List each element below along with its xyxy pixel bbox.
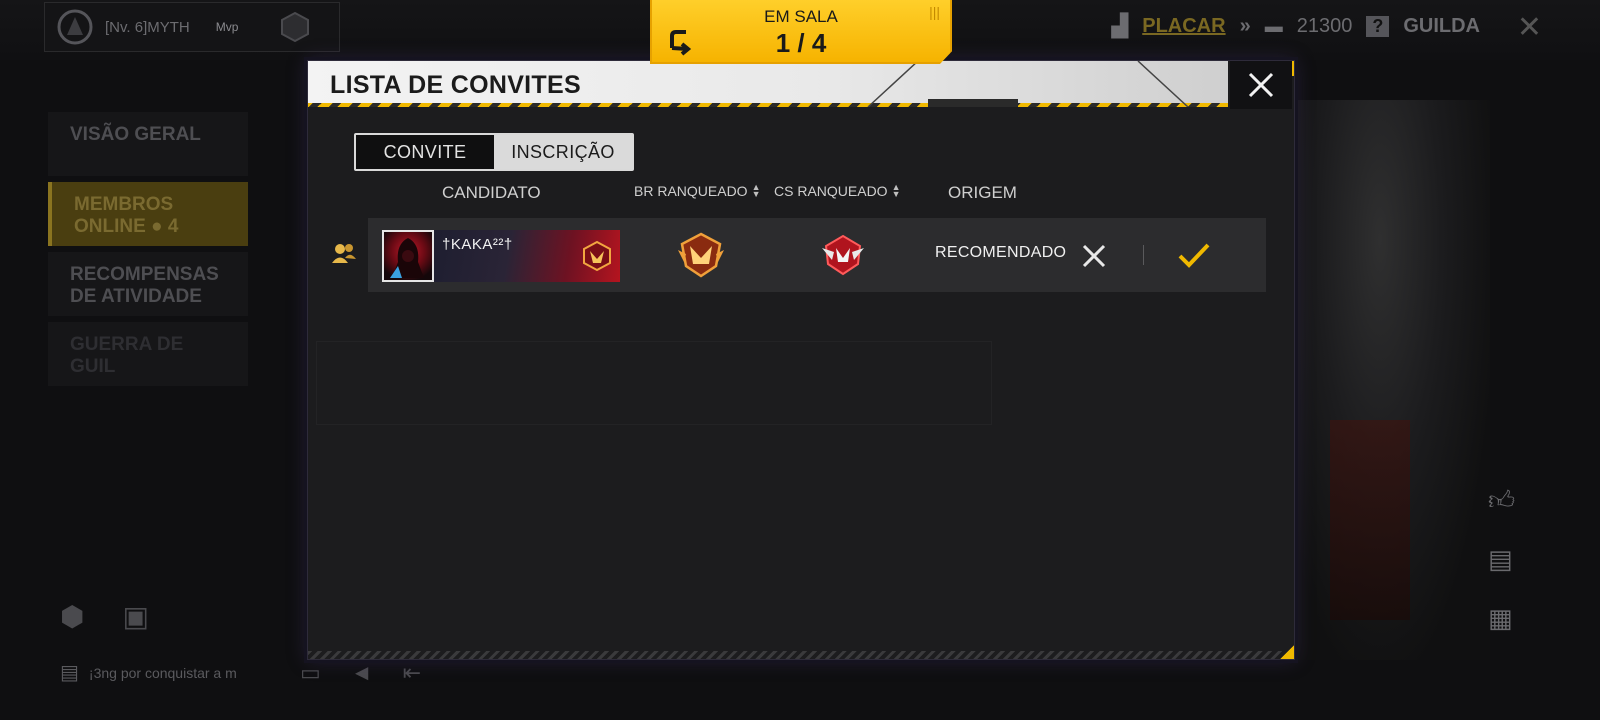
sort-icon: ▲ ▼ — [751, 182, 761, 199]
coin-icon: ▬ — [1264, 15, 1283, 36]
chart-icon: ▟ — [1111, 13, 1129, 38]
megaphone-icon[interactable]: ◄ — [351, 660, 373, 686]
applicant-origin: RECOMENDADO — [935, 244, 1067, 261]
chevrons-icon: » — [1239, 14, 1251, 37]
sidebar-item-label: VISÃO GERAL — [70, 124, 201, 145]
right-side-icons: 👍︎ ▤ ▦ — [1488, 485, 1515, 634]
return-arrow-icon — [670, 30, 692, 56]
column-label: CS RANQUEADO — [774, 183, 888, 199]
rank-badge-icon — [281, 11, 310, 43]
hooded-figure-icon — [390, 238, 424, 278]
sidebar-item-overview[interactable]: VISÃO GERAL — [48, 112, 248, 176]
gift-icon[interactable]: ▣ — [122, 600, 148, 633]
sidebar-item-guild-war[interactable]: GUERRA DE GUIL — [48, 322, 248, 386]
close-screen-icon[interactable]: ✕ — [1517, 10, 1542, 45]
sort-icon: ▲ ▼ — [891, 182, 901, 199]
friends-icon — [332, 244, 356, 263]
column-header-origin: ORIGEM — [948, 183, 1017, 203]
message-icon[interactable]: ▭ — [300, 660, 321, 686]
column-header-cs-rank[interactable]: CS RANQUEADO ▲ ▼ — [774, 182, 901, 200]
gift-box-icon[interactable]: ▦ — [1488, 603, 1515, 634]
modal-title: LISTA DE CONVITES — [330, 71, 581, 99]
player-tag: Mvp — [215, 20, 239, 34]
placar-link[interactable]: PLACAR — [1142, 15, 1225, 38]
background-row — [316, 341, 992, 425]
guild-label[interactable]: GUILDA — [1403, 15, 1480, 38]
heroic-rank-icon — [678, 232, 724, 278]
close-icon — [1248, 72, 1274, 98]
guild-emblem-icon — [57, 9, 93, 45]
column-label: CANDIDATO — [442, 183, 541, 202]
top-right-bar: ▟ PLACAR » ▬ 21300 ? GUILDA — [1111, 8, 1480, 44]
column-label: BR RANQUEADO — [634, 183, 748, 199]
bottom-left-icons: ⬢ ▣ — [60, 600, 149, 633]
room-status-badge[interactable]: EM SALA 1 / 4 ||| — [650, 0, 952, 64]
close-icon — [1082, 244, 1106, 268]
modal-header: LISTA DE CONVITES — [308, 61, 1228, 107]
bottom-stripe — [308, 651, 1294, 659]
column-label: ORIGEM — [948, 183, 1017, 202]
sidebar: VISÃO GERAL MEMBROS ONLINE ● 4 RECOMPENS… — [48, 112, 248, 392]
accept-button[interactable] — [1176, 238, 1212, 272]
column-header-br-rank[interactable]: BR RANQUEADO ▲ ▼ — [634, 182, 761, 200]
column-header-candidate: CANDIDATO — [442, 183, 541, 203]
chat-preview: ¡3ng por conquistar a m — [88, 664, 237, 681]
help-icon[interactable]: ? — [1366, 15, 1390, 37]
grip-icon: ||| — [929, 4, 940, 20]
sidebar-item-label: RECOMPENSAS DE ATIVIDADE — [70, 264, 219, 307]
player-info[interactable]: [Nv. 6]MYTH Mvp — [44, 2, 340, 52]
invitation-list-modal: LISTA DE CONVITES CONVITE INSCRIÇÃO CAND… — [307, 60, 1295, 660]
chat-tools: ▭ ◄ ⇤ — [300, 660, 421, 686]
tab-invite[interactable]: CONVITE — [356, 135, 494, 169]
reject-button[interactable] — [1078, 240, 1110, 272]
player-banner: †KAKA²²† — [434, 230, 620, 282]
online-count: 4 — [167, 216, 179, 237]
tab-application[interactable]: INSCRIÇÃO — [494, 135, 632, 169]
room-count: 1 / 4 — [775, 28, 827, 58]
sidebar-item-label: GUERRA DE GUIL — [70, 334, 184, 377]
chat-bar[interactable]: ▤ ¡3ng por conquistar a m — [60, 660, 280, 685]
exit-icon[interactable]: ⇤ — [403, 660, 421, 686]
close-modal-button[interactable] — [1230, 61, 1292, 109]
cs-rank-icon — [822, 234, 864, 276]
members-icon: ● — [151, 216, 168, 237]
coin-amount: 21300 — [1296, 14, 1353, 37]
character-legs — [1330, 420, 1410, 620]
divider — [1143, 245, 1144, 265]
applicant-row[interactable]: †KAKA²²† RECOMENDADO — [368, 218, 1266, 292]
player-name: [Nv. 6]MYTH — [105, 18, 190, 36]
applicant-name: †KAKA²²† — [442, 236, 513, 253]
like-icon[interactable]: 👍︎ — [1488, 485, 1515, 516]
room-title: EM SALA — [764, 7, 838, 26]
chat-icon: ▤ — [60, 662, 79, 684]
player-avatar[interactable] — [382, 230, 434, 282]
profile-search-icon[interactable]: ▤ — [1488, 544, 1515, 575]
guild-shop-icon[interactable]: ⬢ — [60, 600, 84, 633]
banner-rank-badge-icon — [583, 240, 611, 272]
sidebar-item-activity-rewards[interactable]: RECOMPENSAS DE ATIVIDADE — [48, 252, 248, 316]
sidebar-item-online-members[interactable]: MEMBROS ONLINE ● 4 — [48, 182, 248, 246]
tab-group: CONVITE INSCRIÇÃO — [354, 133, 634, 171]
header-decoration — [867, 61, 1189, 107]
checkmark-icon — [1178, 243, 1210, 268]
